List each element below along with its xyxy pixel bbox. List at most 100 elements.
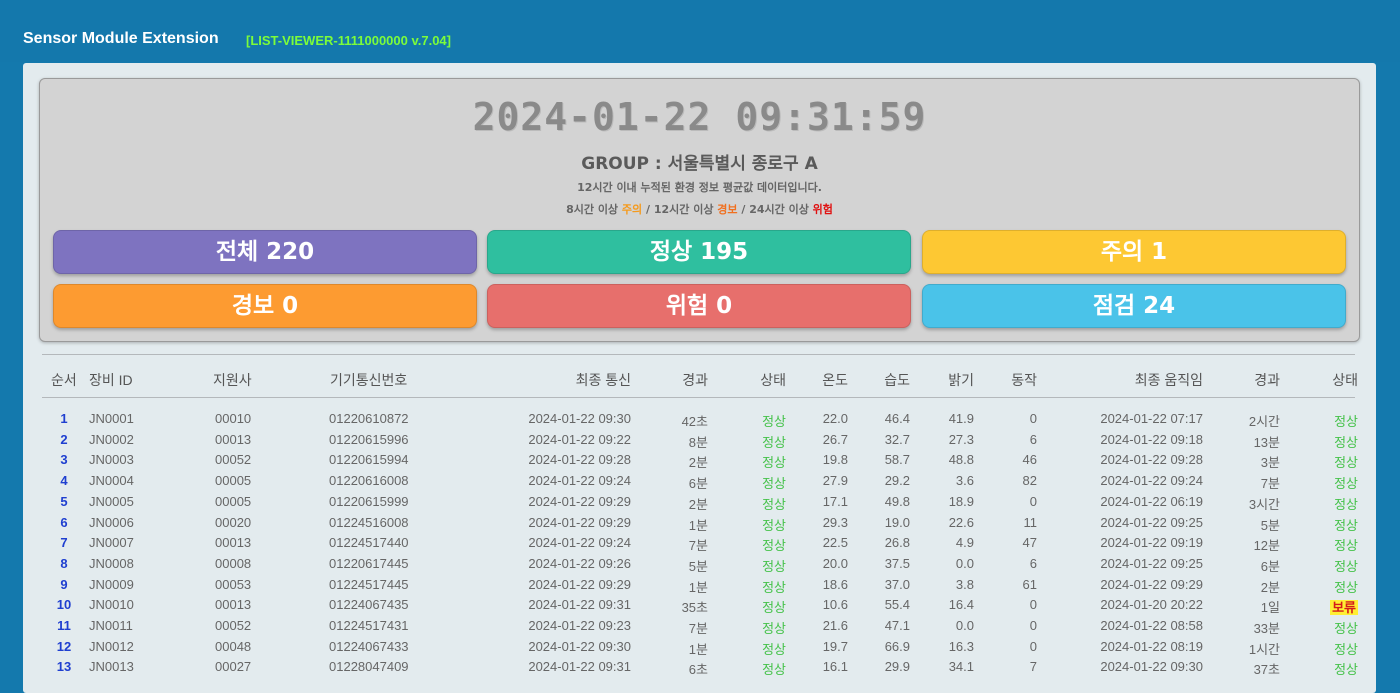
cell-last-move: 2024-01-22 09:29 <box>1100 576 1203 592</box>
cell-humid: 55.4 <box>884 597 910 613</box>
legend-warn: 경보 <box>717 203 738 216</box>
row-seq[interactable]: 8 <box>49 556 79 571</box>
col-status2[interactable]: 상태 <box>1303 370 1358 390</box>
cell-temp: 26.7 <box>822 431 848 447</box>
table-row[interactable]: 2 JN0002 00013 01220615996 2024-01-22 09:22 8… <box>23 432 1376 452</box>
cell-phone: 01220615996 <box>329 431 409 447</box>
cell-last-comm: 2024-01-22 09:30 <box>528 411 631 426</box>
cell-temp: 19.8 <box>822 452 848 468</box>
col-humid[interactable]: 습도 <box>855 370 910 390</box>
table-row[interactable]: 3 JN0003 00052 01220615994 2024-01-22 09:28 2… <box>23 452 1376 472</box>
row-seq[interactable]: 6 <box>49 515 79 530</box>
table-row[interactable]: 7 JN0007 00013 01224517440 2024-01-22 09:24 7… <box>23 535 1376 555</box>
cell-temp: 21.6 <box>822 618 848 633</box>
table-row[interactable]: 12 JN0012 00048 01224067433 2024-01-22 09:30… <box>23 639 1376 659</box>
cell-motion: 11 <box>1023 514 1038 530</box>
main-content: 2024-01-22 09:31:59 GROUP : 서울특별시 종로구 A … <box>23 63 1376 693</box>
cell-last-comm: 2024-01-22 09:30 <box>528 638 631 654</box>
col-branch[interactable]: 지원사 <box>213 370 252 390</box>
col-seq[interactable]: 순서 <box>51 370 77 390</box>
cell-elapsed2: 12분 <box>1253 538 1280 554</box>
row-seq[interactable]: 10 <box>49 597 79 612</box>
app-version: [LIST-VIEWER-1111000000 v.7.04] <box>246 33 451 48</box>
cell-humid: 29.9 <box>884 659 910 675</box>
col-id[interactable]: 장비 ID <box>89 370 133 390</box>
cell-elapsed: 8분 <box>688 434 708 450</box>
cell-branch: 00013 <box>215 535 252 551</box>
cell-elapsed: 35초 <box>681 600 708 616</box>
cell-status: 정상 <box>762 641 786 657</box>
danger-button[interactable]: 위험 0 <box>487 284 911 328</box>
cell-elapsed2: 3분 <box>1260 455 1280 471</box>
danger-label: 위험 <box>665 293 709 319</box>
row-seq[interactable]: 12 <box>49 639 79 654</box>
col-elapsed2[interactable]: 경과 <box>1223 370 1280 390</box>
cell-status: 정상 <box>762 662 786 678</box>
cell-phone: 01220610872 <box>329 411 409 426</box>
cell-status: 정상 <box>762 414 786 429</box>
row-seq[interactable]: 11 <box>49 618 79 633</box>
col-motion[interactable]: 동작 <box>982 370 1037 390</box>
cell-elapsed2: 2분 <box>1260 579 1280 595</box>
row-seq[interactable]: 4 <box>49 473 79 488</box>
cell-phone: 01224517445 <box>329 576 409 592</box>
cell-status2: 정상 <box>1303 452 1358 471</box>
legend-caution: 주의 <box>621 203 643 216</box>
cell-motion: 6 <box>1029 431 1037 447</box>
cell-bright: 16.4 <box>948 597 974 613</box>
cell-bright: 41.9 <box>948 411 974 426</box>
cell-branch: 00010 <box>215 411 252 426</box>
cell-id: JN0010 <box>89 597 134 613</box>
row-seq[interactable]: 13 <box>49 659 79 674</box>
caution-button[interactable]: 주의 1 <box>922 230 1346 274</box>
cell-last-move: 2024-01-22 09:24 <box>1100 473 1203 489</box>
table-row[interactable]: 10 JN0010 00013 01224067435 2024-01-22 09:31… <box>23 597 1376 617</box>
cell-phone: 01224067435 <box>329 597 409 613</box>
cell-last-comm: 2024-01-22 09:29 <box>528 576 631 592</box>
table-row[interactable]: 1 JN0001 00010 01220610872 2024-01-22 09:30 4… <box>23 411 1376 431</box>
cell-phone: 01224516008 <box>329 514 409 530</box>
table-row[interactable]: 4 JN0004 00005 01220616008 2024-01-22 09:24 6… <box>23 473 1376 493</box>
cell-elapsed2: 1시간 <box>1248 641 1280 657</box>
cell-humid: 29.2 <box>884 473 910 489</box>
col-last-move[interactable]: 최종 움직임 <box>1103 370 1203 390</box>
cell-motion: 0 <box>1029 411 1037 426</box>
row-seq[interactable]: 1 <box>49 411 79 426</box>
cell-status2: 정상 <box>1303 618 1358 637</box>
cell-motion: 0 <box>1029 493 1037 509</box>
col-bright[interactable]: 밝기 <box>919 370 974 390</box>
check-button[interactable]: 점검 24 <box>922 284 1346 328</box>
row-seq[interactable]: 5 <box>49 494 79 509</box>
row-seq[interactable]: 3 <box>49 452 79 467</box>
col-elapsed[interactable]: 경과 <box>653 370 708 390</box>
cell-id: JN0012 <box>89 638 134 654</box>
cell-temp: 19.7 <box>822 638 848 654</box>
cell-status: 정상 <box>762 517 786 533</box>
table-row[interactable]: 6 JN0006 00020 01224516008 2024-01-22 09:29 1… <box>23 515 1376 535</box>
clock-display: 2024-01-22 09:31:59 <box>472 95 927 139</box>
row-seq[interactable]: 2 <box>49 432 79 447</box>
status-badge: 정상 <box>1334 496 1358 512</box>
table-row[interactable]: 13 JN0013 00027 01228047409 2024-01-22 09:31… <box>23 659 1376 679</box>
table-row[interactable]: 5 JN0005 00005 01220615999 2024-01-22 09:29 2… <box>23 494 1376 514</box>
cell-branch: 00027 <box>215 659 252 675</box>
col-temp[interactable]: 온도 <box>793 370 848 390</box>
table-row[interactable]: 8 JN0008 00008 01220617445 2024-01-22 09:26 5… <box>23 556 1376 576</box>
table-row[interactable]: 9 JN0009 00053 01224517445 2024-01-22 09:29 1… <box>23 577 1376 597</box>
col-phone[interactable]: 기기통신번호 <box>330 370 407 390</box>
row-seq[interactable]: 9 <box>49 577 79 592</box>
table-row[interactable]: 11 JN0011 00052 01224517431 2024-01-22 09:23… <box>23 618 1376 638</box>
total-button[interactable]: 전체 220 <box>53 230 477 274</box>
warn-button[interactable]: 경보 0 <box>53 284 477 328</box>
normal-button[interactable]: 정상 195 <box>487 230 911 274</box>
status-badge: 정상 <box>1334 662 1358 678</box>
cell-elapsed2: 2시간 <box>1248 414 1280 429</box>
cell-temp: 17.1 <box>822 493 848 509</box>
col-last-comm[interactable]: 최종 통신 <box>531 370 631 390</box>
normal-count: 195 <box>700 239 749 265</box>
legend-text: / 24시간 이상 <box>737 203 813 216</box>
cell-bright: 3.6 <box>955 473 974 489</box>
row-seq[interactable]: 7 <box>49 535 79 550</box>
cell-bright: 0.0 <box>955 618 974 633</box>
col-status[interactable]: 상태 <box>733 370 786 390</box>
